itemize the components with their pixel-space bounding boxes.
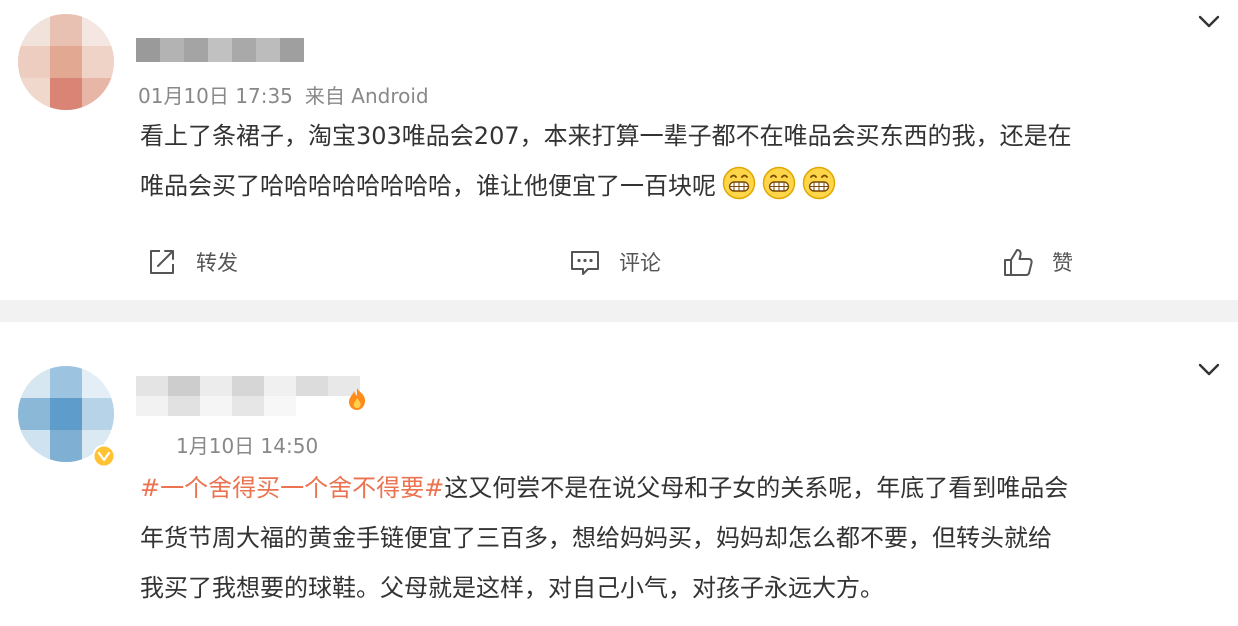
post-content: #一个舍得买一个舍不得要#这又何尝不是在说父母和子女的关系呢，年底了看到唯品会 … bbox=[140, 463, 1068, 613]
content-line: #一个舍得买一个舍不得要#这又何尝不是在说父母和子女的关系呢，年底了看到唯品会 bbox=[140, 463, 1068, 513]
post-meta: 01月10日 17:35 来自 Android bbox=[138, 80, 429, 109]
grin-emoji bbox=[802, 166, 836, 200]
post-time: 01月10日 17:35 bbox=[138, 84, 293, 108]
content-text: 唯品会买了哈哈哈哈哈哈哈哈，谁让他便宜了一百块呢 bbox=[140, 172, 716, 200]
like-label: 赞 bbox=[1052, 251, 1073, 275]
post-meta: 1月10日 14:50 bbox=[176, 430, 318, 459]
comment-label: 评论 bbox=[619, 251, 661, 275]
topic-link[interactable]: #一个舍得买一个舍不得要# bbox=[140, 474, 444, 502]
post-source: 来自 Android bbox=[304, 84, 429, 108]
content-line: 年货节周大福的黄金手链便宜了三百多，想给妈妈买，妈妈却怎么都不要，但转头就给 bbox=[140, 524, 1052, 552]
post-time: 1月10日 14:50 bbox=[176, 434, 319, 458]
vip-badge-icon bbox=[92, 444, 116, 472]
share-icon bbox=[146, 246, 178, 278]
username[interactable] bbox=[136, 376, 360, 416]
comment-icon bbox=[569, 246, 601, 278]
avatar[interactable] bbox=[18, 14, 114, 110]
comment-button[interactable]: 评论 bbox=[569, 240, 661, 284]
repost-button[interactable]: 转发 bbox=[146, 240, 238, 284]
chevron-down-icon[interactable] bbox=[1196, 356, 1222, 382]
repost-label: 转发 bbox=[196, 251, 238, 275]
post-actions: 转发 评论 赞 bbox=[0, 240, 1238, 284]
username[interactable] bbox=[136, 38, 304, 62]
grin-emoji bbox=[762, 166, 796, 200]
weibo-post: 1月10日 14:50 #一个舍得买一个舍不得要#这又何尝不是在说父母和子女的关… bbox=[0, 322, 1238, 626]
post-content: 看上了条裙子，淘宝303唯品会207，本来打算一辈子都不在唯品会买东西的我，还是… bbox=[140, 111, 1072, 211]
content-line: 看上了条裙子，淘宝303唯品会207，本来打算一辈子都不在唯品会买东西的我，还是… bbox=[140, 122, 1072, 150]
vip-badge-icon bbox=[344, 386, 370, 416]
content-text: 这又何尝不是在说父母和子女的关系呢，年底了看到唯品会 bbox=[444, 474, 1069, 502]
content-line: 唯品会买了哈哈哈哈哈哈哈哈，谁让他便宜了一百块呢 bbox=[140, 161, 1072, 211]
thumbs-up-icon bbox=[1002, 246, 1034, 278]
grin-emoji bbox=[722, 166, 756, 200]
weibo-post: 01月10日 17:35 来自 Android 看上了条裙子，淘宝303唯品会20… bbox=[0, 0, 1238, 300]
content-line: 我买了我想要的球鞋。父母就是这样，对自己小气，对孩子永远大方。 bbox=[140, 574, 884, 602]
chevron-down-icon[interactable] bbox=[1196, 8, 1222, 34]
like-button[interactable]: 赞 bbox=[1002, 240, 1073, 284]
